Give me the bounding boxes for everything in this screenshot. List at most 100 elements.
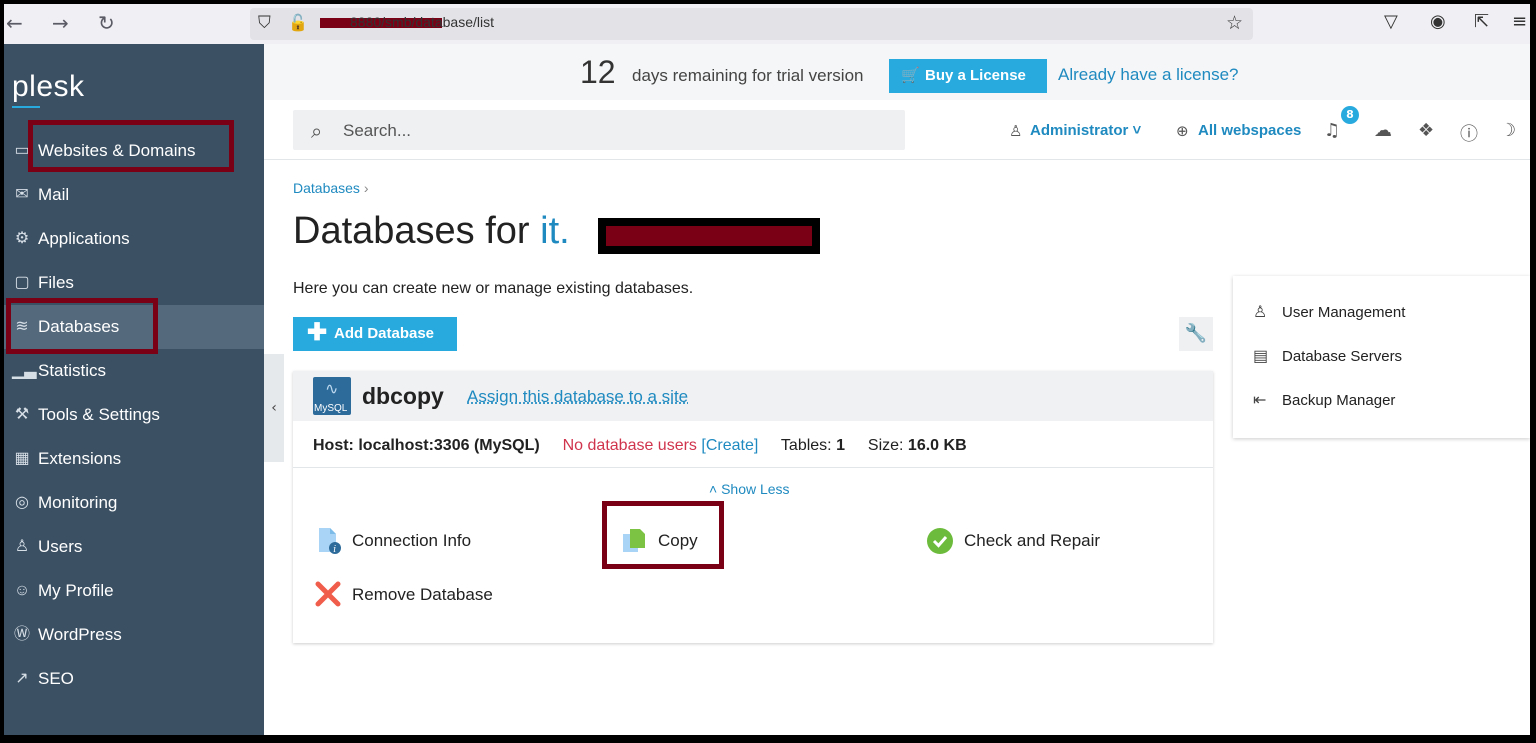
chevron-right-icon: › [363,180,369,196]
sidebar-item-statistics[interactable]: ▁▃ Statistics [4,349,264,393]
database-servers-label: Database Servers [1282,348,1403,365]
highlight-box [6,298,158,354]
search-input[interactable]: ⌕ Search... [293,110,905,150]
sidebar-item-extensions[interactable]: ▦ Extensions [4,437,264,481]
add-database-label: Add Database [334,325,435,342]
user-management-icon: ♙ [1253,304,1268,321]
sidebar-item-label: Mail [38,185,70,204]
redaction-bar [606,226,812,246]
page-title-domain[interactable]: it. [540,210,570,252]
add-database-button[interactable]: ✚ Add Database [293,317,457,351]
administrator-label: Administrator [1030,122,1129,139]
user-management-label: User Management [1282,304,1406,321]
star-icon[interactable]: ☆ [1226,12,1243,34]
remove-database-label: Remove Database [352,585,493,604]
right-panel: ♙ User Management ▤ Database Servers ⇤ B… [1233,276,1530,438]
tools-icon: ⚒ [14,406,30,423]
highlight-box [28,120,234,172]
sidebar-item-users[interactable]: ♙ Users [4,525,264,569]
sidebar-item-label: Monitoring [38,493,118,512]
extensions-icon[interactable]: ⇱ [1474,11,1489,32]
sidebar-item-label: Files [38,273,74,292]
pocket-icon[interactable]: ▽ [1384,11,1398,32]
remove-database-action[interactable]: Remove Database [313,579,533,611]
administrator-menu[interactable]: Administrator ˅ [1030,122,1141,139]
notifications-icon[interactable]: ♫ [1324,120,1340,141]
dark-mode-icon[interactable]: ☽ [1500,120,1516,141]
svg-text:i: i [333,545,336,555]
mail-icon: ✉ [15,186,29,203]
sidebar-item-monitoring[interactable]: ◎ Monitoring [4,481,264,525]
sidebar-item-label: My Profile [38,581,114,600]
size-value: 16.0 KB [907,437,967,454]
show-less-label: Show Less [721,481,790,497]
check-repair-label: Check and Repair [964,531,1101,550]
chevron-up-icon: ˄ [709,481,718,497]
menu-icon[interactable]: ≡ [1512,11,1527,32]
sidebar-item-mail[interactable]: ✉ Mail [4,173,264,217]
sidebar-item-label: Extensions [38,449,122,468]
chart-icon: ▁▃ [12,362,37,379]
back-icon[interactable]: ← [6,12,23,34]
host-value: localhost:3306 (MySQL) [358,437,540,454]
help-icon[interactable]: ⓘ [1460,120,1478,146]
backup-icon: ⇤ [1253,392,1267,409]
create-user-link[interactable]: [Create] [701,437,758,454]
sidebar-item-label: Statistics [38,361,107,380]
dolphin-icon: ∿ [325,379,339,398]
show-less-toggle[interactable]: ˄ Show Less [709,481,790,497]
server-icon: ▤ [1253,348,1269,365]
account-icon[interactable]: ◉ [1430,11,1446,32]
plesk-logo[interactable]: plesk [12,70,85,104]
trial-days: 12 [580,54,616,90]
sidebar-item-wordpress[interactable]: Ⓦ WordPress [4,613,264,657]
sidebar-item-applications[interactable]: ⚙ Applications [4,217,264,261]
url-bar[interactable]: ⛉ 🔓 8880/smb/database/list ☆ [250,8,1253,40]
trial-text: days remaining for trial version [632,66,864,85]
sidebar-item-tools-settings[interactable]: ⚒ Tools & Settings [4,393,264,437]
browser-toolbar: ← → ↻ ⛉ 🔓 8880/smb/database/list ☆ ▽ ◉ ⇱… [4,4,1530,44]
page-title-prefix: Databases for [293,210,530,252]
divider [293,467,1213,468]
mysql-logo-icon: ∿ MySQL [313,377,351,415]
sidebar-collapse-button[interactable]: ‹ [264,354,284,462]
user-icon: ♙ [14,538,30,555]
wrench-icon[interactable]: 🔧 [1179,317,1213,351]
sidebar-item-label: WordPress [38,625,122,644]
user-icon: ♙ [1009,122,1023,140]
reload-icon[interactable]: ↻ [98,12,115,34]
remove-icon [315,581,341,607]
check-repair-action[interactable]: Check and Repair [925,525,1145,557]
connection-info-label: Connection Info [352,531,472,550]
database-card: ∿ MySQL dbcopy Assign this database to a… [293,371,1213,643]
advisor-icon[interactable]: ❖ [1418,120,1434,141]
sidebar-item-seo[interactable]: ↗ SEO [4,657,264,701]
cart-icon: 🛒 [901,67,920,84]
already-have-license-link[interactable]: Already have a license? [1058,65,1239,85]
cloud-off-icon[interactable]: ☁ [1374,120,1392,141]
gear-icon: ⚙ [14,230,30,247]
no-users-text: No database users [562,437,697,454]
connection-info-action[interactable]: i Connection Info [313,525,513,557]
database-name[interactable]: dbcopy [362,383,444,410]
screen-frame: ← → ↻ ⛉ 🔓 8880/smb/database/list ☆ ▽ ◉ ⇱… [4,4,1530,735]
breadcrumb-databases-link[interactable]: Databases [293,180,360,196]
sidebar-item-label: SEO [38,669,74,688]
wordpress-icon: Ⓦ [13,626,30,643]
page-title: Databases for it. [293,210,570,253]
assign-database-link[interactable]: Assign this database to a site [467,387,688,407]
search-placeholder: Search... [343,121,412,140]
profile-icon: ☺ [13,582,31,599]
folder-icon: ▢ [14,274,30,291]
plus-icon: ✚ [307,319,328,346]
forward-icon[interactable]: → [52,12,69,34]
lock-off-icon: 🔓 [288,13,308,32]
host-label: Host: [313,437,354,454]
logo-underline [12,106,40,108]
all-webspaces-link[interactable]: All webspaces [1198,122,1301,139]
page-description: Here you can create new or manage existi… [293,280,694,297]
breadcrumb: Databases › [293,180,369,196]
sidebar-item-my-profile[interactable]: ☺ My Profile [4,569,264,613]
buy-license-button[interactable]: 🛒 Buy a License [889,59,1047,93]
buy-license-label: Buy a License [925,67,1026,84]
